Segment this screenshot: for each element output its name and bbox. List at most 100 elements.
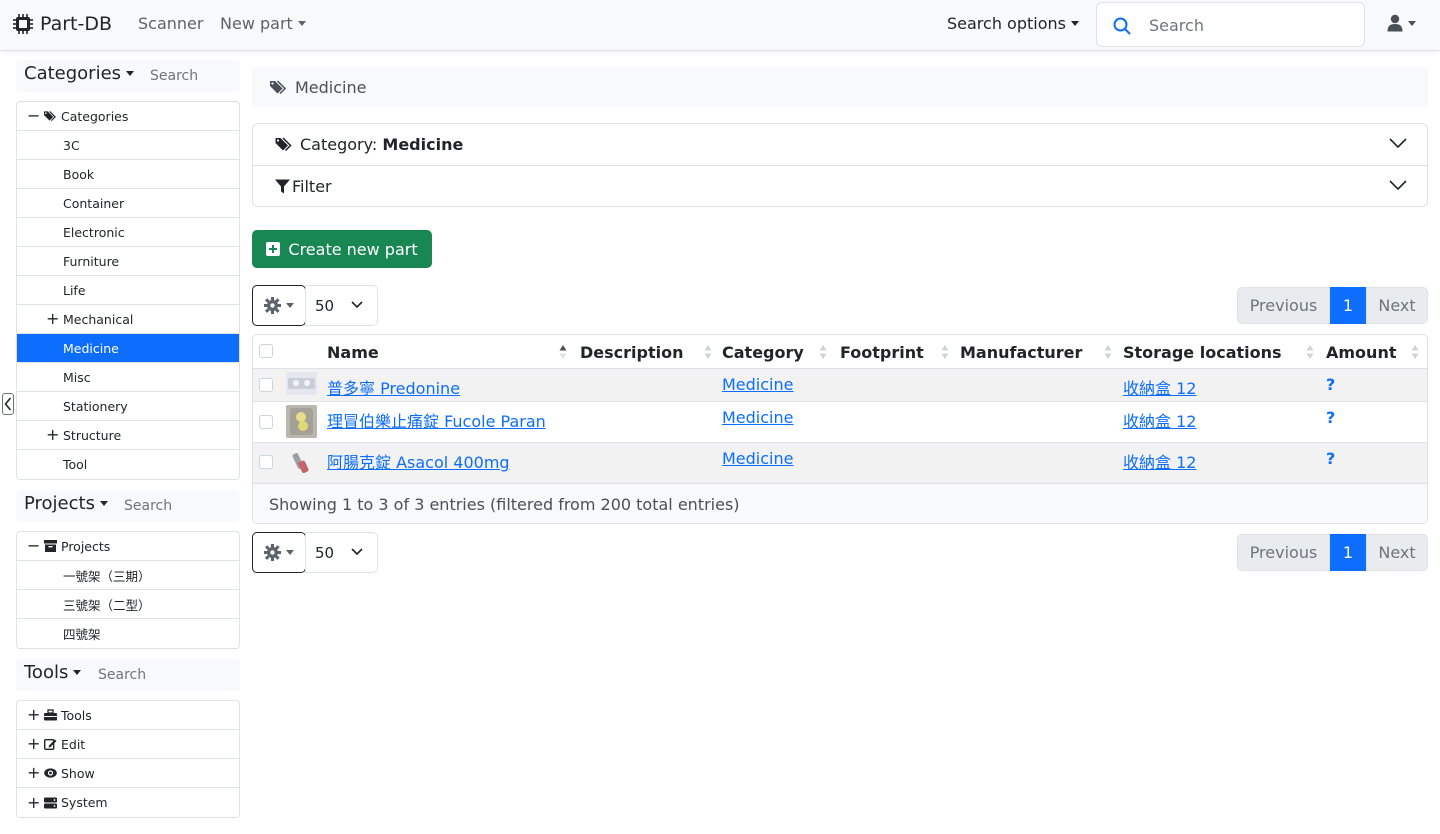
tree-item-container[interactable]: Container [17, 189, 239, 218]
part-name-link[interactable]: 理冒伯樂止痛錠 Fucole Paran [327, 408, 546, 432]
part-amount: ? [1326, 449, 1336, 468]
tree-item-label: 3C [63, 137, 80, 153]
tools-dropdown[interactable]: Tools [24, 662, 81, 683]
brand-name: Part-DB [40, 13, 113, 35]
user-icon [1387, 14, 1403, 32]
part-storage-link[interactable]: 收納盒 12 [1123, 408, 1196, 432]
expand-icon[interactable]: + [27, 794, 40, 811]
global-search-input[interactable] [1147, 13, 1347, 37]
create-new-part-label: Create new part [288, 239, 418, 259]
previous-page-button[interactable]: Previous [1237, 287, 1330, 324]
tree-item-3c[interactable]: 3C [17, 131, 239, 160]
part-category-link[interactable]: Medicine [722, 408, 793, 427]
tree-item-label: Tools [61, 707, 92, 723]
part-thumbnail[interactable] [286, 447, 317, 477]
expand-icon[interactable]: + [27, 736, 40, 752]
collapse-icon[interactable]: − [27, 538, 40, 554]
tree-item-label: 一號架（三期） [63, 568, 151, 584]
tree-item-stationery[interactable]: Stationery [17, 392, 239, 421]
page-length-select[interactable]: 50 [305, 285, 378, 326]
category-accordion-header[interactable]: Category: Medicine [253, 124, 1427, 165]
new-part-dropdown[interactable]: New part [220, 14, 306, 33]
tree-item-structure[interactable]: + Structure [17, 421, 239, 450]
tree-item-tools[interactable]: + Tools [17, 701, 239, 730]
sort-icon [1411, 345, 1419, 359]
page-1-button[interactable]: 1 [1330, 287, 1366, 324]
column-header-description[interactable]: Description [580, 343, 683, 362]
projects-dropdown[interactable]: Projects [24, 493, 108, 514]
tree-item-book[interactable]: Book [17, 160, 239, 189]
categories-dropdown[interactable]: Categories [24, 63, 134, 84]
tree-item-furniture[interactable]: Furniture [17, 247, 239, 276]
info-accordion: Category: Medicine Filter [252, 123, 1428, 207]
create-new-part-button[interactable]: Create new part [252, 230, 432, 268]
tree-item-life[interactable]: Life [17, 276, 239, 305]
expand-icon[interactable]: + [46, 311, 59, 327]
tree-item-electronic[interactable]: Electronic [17, 218, 239, 247]
column-header-manufacturer[interactable]: Manufacturer [960, 343, 1082, 362]
user-menu-dropdown[interactable] [1387, 14, 1416, 32]
categories-search-input[interactable] [148, 66, 258, 86]
tree-item-project[interactable]: 三號架（二型） [17, 590, 239, 619]
part-category-link[interactable]: Medicine [722, 375, 793, 394]
plus-square-icon [266, 242, 281, 256]
table-row: 理冒伯樂止痛錠 Fucole Paran Medicine 收納盒 12 ? [253, 402, 1427, 443]
archive-icon [44, 540, 57, 552]
breadcrumb-current: Medicine [295, 77, 367, 97]
select-all-checkbox[interactable] [259, 344, 273, 358]
tree-item-medicine[interactable]: Medicine [17, 334, 239, 363]
tree-item-misc[interactable]: Misc [17, 363, 239, 392]
row-select-checkbox[interactable] [259, 455, 273, 469]
scanner-link[interactable]: Scanner [138, 14, 203, 33]
page-length-select[interactable]: 50 [305, 532, 378, 573]
tree-item-project[interactable]: 四號架 [17, 619, 239, 648]
column-header-amount[interactable]: Amount [1326, 343, 1396, 362]
brand-link[interactable]: Part-DB [12, 12, 112, 36]
part-thumbnail[interactable] [286, 405, 317, 438]
tools-tree: + Tools + Edit + Show + System [16, 700, 240, 818]
tree-item-project[interactable]: 一號架（三期） [17, 561, 239, 590]
projects-panel-header: Projects [16, 490, 240, 522]
tree-item-system[interactable]: + System [17, 788, 239, 817]
part-storage-link[interactable]: 收納盒 12 [1123, 375, 1196, 399]
part-category-link[interactable]: Medicine [722, 449, 793, 468]
sort-icon [1104, 345, 1112, 359]
collapse-icon[interactable]: − [27, 108, 40, 124]
expand-icon[interactable]: + [46, 427, 59, 443]
expand-icon[interactable]: + [27, 707, 40, 723]
table-row: 普多寧 Predonine Medicine 收納盒 12 ? [253, 369, 1427, 402]
row-select-checkbox[interactable] [259, 415, 273, 429]
page-1-button[interactable]: 1 [1330, 534, 1366, 571]
column-header-storage-locations[interactable]: Storage locations [1123, 343, 1282, 362]
sidebar-collapse-button[interactable] [2, 393, 14, 415]
column-settings-button[interactable] [252, 285, 306, 326]
part-storage-link[interactable]: 收納盒 12 [1123, 449, 1196, 473]
pagination-bottom: Previous 1 Next [1237, 534, 1428, 571]
next-page-button[interactable]: Next [1366, 534, 1428, 571]
page-length-value: 50 [315, 543, 335, 562]
search-options-dropdown[interactable]: Search options [947, 14, 1079, 33]
filter-accordion-header[interactable]: Filter [253, 165, 1427, 206]
next-page-button[interactable]: Next [1366, 287, 1428, 324]
previous-page-button[interactable]: Previous [1237, 534, 1330, 571]
column-header-category[interactable]: Category [722, 343, 804, 362]
tree-item-tool[interactable]: Tool [17, 450, 239, 479]
tree-item-show[interactable]: + Show [17, 759, 239, 788]
part-name-link[interactable]: 普多寧 Predonine [327, 375, 460, 399]
column-settings-button[interactable] [252, 532, 306, 573]
expand-icon[interactable]: + [27, 765, 40, 781]
projects-search-input[interactable] [122, 496, 232, 516]
part-thumbnail[interactable] [286, 372, 317, 395]
tools-search-input[interactable] [96, 665, 206, 685]
tree-item-edit[interactable]: + Edit [17, 730, 239, 759]
row-select-checkbox[interactable] [259, 378, 273, 392]
column-header-footprint[interactable]: Footprint [840, 343, 924, 362]
part-name-link[interactable]: 阿腸克錠 Asacol 400mg [327, 449, 510, 473]
tree-item-label: Medicine [63, 340, 119, 356]
column-header-name[interactable]: Name [327, 343, 379, 362]
tree-item-mechanical[interactable]: + Mechanical [17, 305, 239, 334]
tree-item-categories-root[interactable]: − Categories [17, 102, 239, 131]
categories-panel-header: Categories [16, 60, 258, 92]
tree-item-label: 四號架 [63, 627, 101, 642]
tree-item-projects-root[interactable]: − Projects [17, 532, 239, 561]
